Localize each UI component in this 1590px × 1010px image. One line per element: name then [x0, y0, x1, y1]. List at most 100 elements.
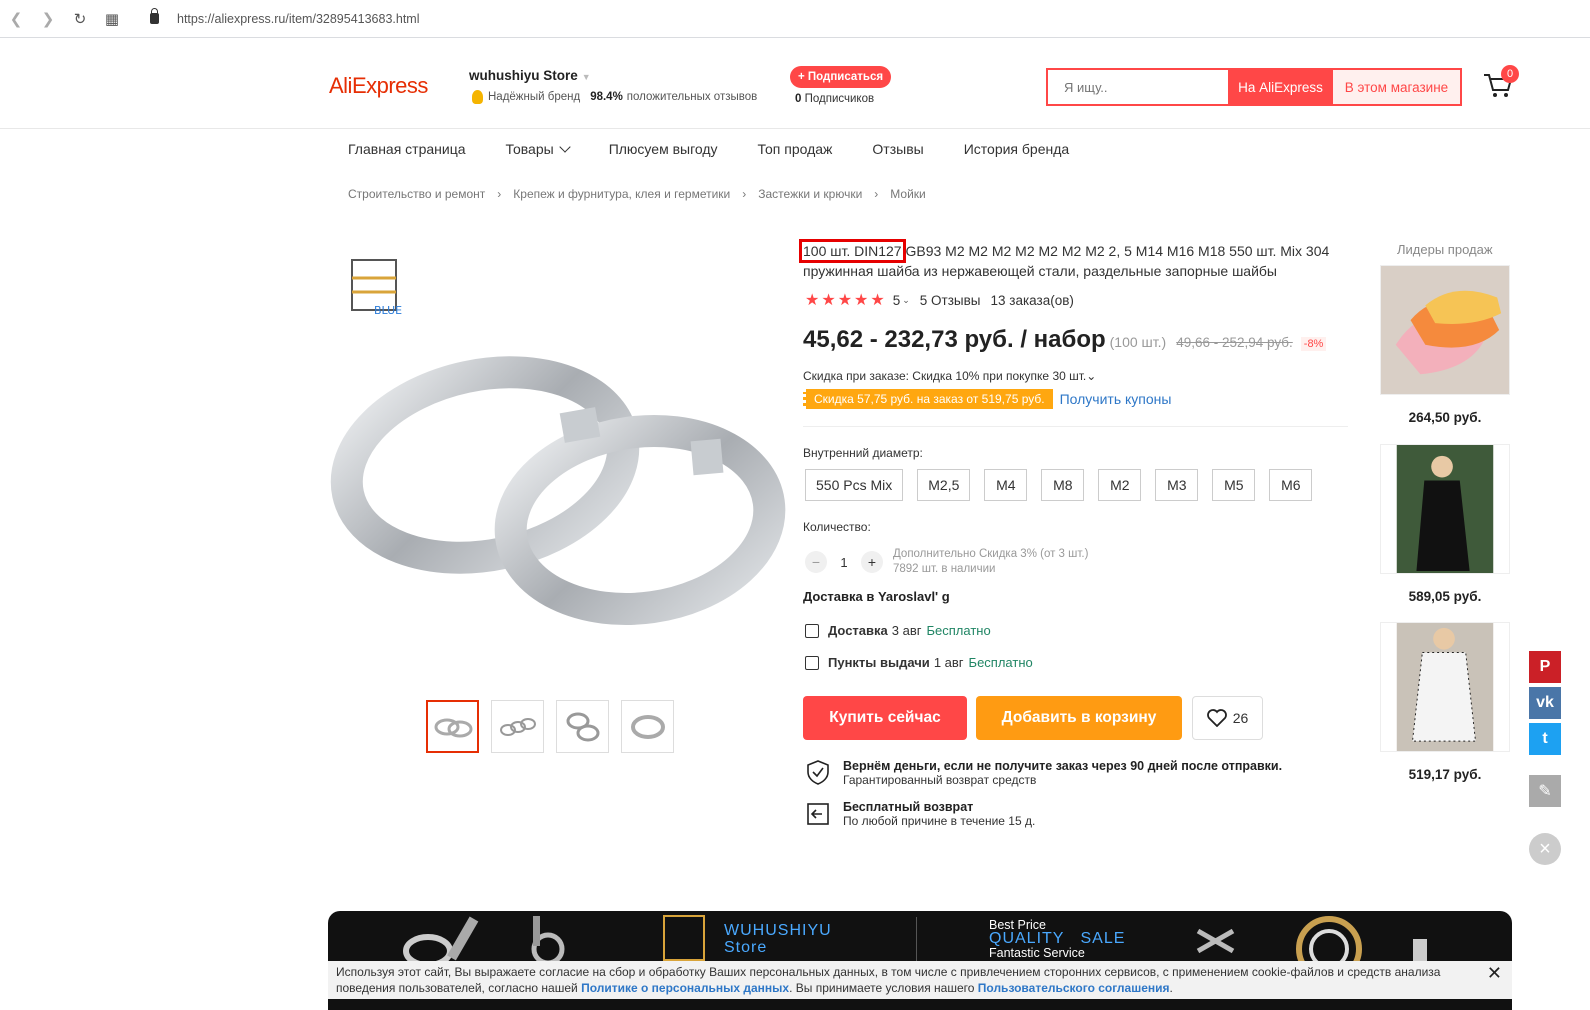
size-option[interactable]: M4: [984, 469, 1028, 501]
return-icon: [807, 803, 829, 825]
size-option[interactable]: M6: [1269, 469, 1313, 501]
forward-icon[interactable]: ❯: [32, 0, 64, 38]
menu-reviews[interactable]: Отзывы: [872, 141, 923, 157]
search-input[interactable]: [1048, 70, 1228, 104]
product-title: 100 шт. DIN127 GB93 M2 M2 M2 M2 M2 M2 M2…: [799, 239, 1330, 279]
size-option[interactable]: M5: [1212, 469, 1256, 501]
menu-top-sales[interactable]: Топ продаж: [758, 141, 833, 157]
money-back-guarantee: Вернём деньги, если не получите заказ че…: [805, 759, 1282, 787]
size-option[interactable]: M2: [1098, 469, 1142, 501]
twitter-icon[interactable]: t: [1529, 723, 1561, 755]
menu-home[interactable]: Главная страница: [348, 141, 466, 157]
brand-label: Надёжный бренд: [488, 91, 581, 103]
reviews-link[interactable]: 5 Отзывы: [920, 293, 981, 308]
get-coupons-link[interactable]: Получить купоны: [1060, 391, 1172, 407]
size-option[interactable]: 550 Pcs Mix: [805, 469, 904, 501]
address-bar[interactable]: https://aliexpress.ru/item/32895413683.h…: [150, 8, 420, 26]
quantity-value[interactable]: 1: [827, 555, 861, 570]
size-options: 550 Pcs Mix M2,5 M4 M8 M2 M3 M5 M6: [805, 469, 1313, 501]
price-unit: (100 шт.): [1109, 334, 1167, 350]
positive-percent: 98.4%: [590, 91, 623, 103]
apps-icon[interactable]: ▦: [96, 0, 128, 38]
product-image[interactable]: [1380, 444, 1510, 574]
product-image[interactable]: [1380, 622, 1510, 752]
close-icon[interactable]: ✕: [1487, 964, 1502, 982]
store-name[interactable]: wuhushiyu Store ▼: [469, 68, 591, 83]
size-option[interactable]: M8: [1041, 469, 1085, 501]
minus-button[interactable]: −: [805, 551, 827, 573]
rating-value[interactable]: 5: [893, 293, 901, 308]
breadcrumb-item[interactable]: Мойки: [890, 187, 925, 201]
shield-check-icon: [807, 760, 829, 785]
breadcrumb-item[interactable]: Крепеж и фурнитура, клея и герметики: [513, 187, 730, 201]
order-discount[interactable]: Скидка при заказе: Скидка 10% при покупк…: [803, 369, 1096, 383]
bestseller-item[interactable]: 589,05 руб.: [1380, 444, 1510, 604]
star-rating-icon: ★★★★★: [805, 292, 887, 309]
title-highlight: 100 шт. DIN127: [799, 239, 906, 263]
aliexpress-logo[interactable]: AliExpress: [329, 73, 428, 99]
bestseller-item[interactable]: 519,17 руб.: [1380, 622, 1510, 782]
coupon-row: Скидка 57,75 руб. на заказ от 519,75 руб…: [803, 389, 1171, 409]
breadcrumb-item[interactable]: Строительство и ремонт: [348, 187, 485, 201]
pinterest-icon[interactable]: P: [1529, 651, 1561, 683]
thumbnail-1[interactable]: [426, 700, 479, 753]
subscribe-button[interactable]: + Подписаться: [790, 66, 892, 88]
reload-icon[interactable]: ↻: [64, 0, 96, 38]
cart-button[interactable]: 0: [1482, 65, 1519, 103]
close-icon[interactable]: ×: [1529, 833, 1561, 865]
subscribers: 0 Подписчиков: [795, 93, 875, 105]
delivery-title[interactable]: Доставка в Yaroslavl' g: [803, 589, 950, 604]
thumbnail-2[interactable]: [491, 700, 544, 753]
product-image[interactable]: [1380, 265, 1510, 395]
lock-icon: [150, 8, 159, 24]
chevron-down-icon: ⌄: [1086, 369, 1097, 383]
url-text[interactable]: https://aliexpress.ru/item/32895413683.h…: [177, 12, 420, 26]
bestseller-price: 519,17 руб.: [1408, 767, 1482, 782]
privacy-policy-link[interactable]: Политике о персональных данных: [581, 981, 789, 995]
search-aliexpress-button[interactable]: На AliExpress: [1228, 70, 1333, 104]
breadcrumb-item[interactable]: Застежки и крючки: [758, 187, 862, 201]
menu-products[interactable]: Товары: [506, 141, 571, 157]
store-header: AliExpress wuhushiyu Store ▼ Надёжный бре…: [0, 39, 1590, 129]
thumbnail-3[interactable]: [556, 700, 609, 753]
vk-icon[interactable]: vk: [1529, 687, 1561, 719]
divider: [916, 917, 917, 961]
price-current: 45,62 - 232,73 руб. / набор: [803, 326, 1106, 353]
plus-button[interactable]: +: [861, 551, 883, 573]
chevron-right-icon: ›: [742, 187, 747, 201]
size-option[interactable]: M3: [1155, 469, 1199, 501]
price-row: 45,62 - 232,73 руб. / набор (100 шт.) 49…: [803, 326, 1327, 354]
chevron-down-icon: [559, 141, 571, 153]
quantity-note: Дополнительно Скидка 3% (от 3 шт.) 7892 …: [893, 548, 1089, 575]
quantity-stepper: − 1 + Дополнительно Скидка 3% (от 3 шт.)…: [805, 547, 1088, 577]
size-option[interactable]: M2,5: [917, 469, 971, 501]
store-info: Надёжный бренд 98.4% положительных отзыв…: [472, 90, 757, 104]
pickup-option: Пункты выдачи 1 авг Бесплатно: [805, 655, 1033, 670]
user-agreement-link[interactable]: Пользовательского соглашения: [978, 981, 1170, 995]
edit-icon[interactable]: ✎: [1529, 775, 1561, 807]
back-icon[interactable]: ❮: [0, 0, 32, 38]
quantity-label: Количество:: [803, 520, 871, 534]
bestseller-item[interactable]: 264,50 руб.: [1380, 265, 1510, 425]
chevron-right-icon: ›: [874, 187, 879, 201]
delivery-icon: [805, 623, 819, 638]
chevron-down-icon: ▼: [581, 72, 591, 82]
chevron-down-icon[interactable]: ⌄: [902, 295, 910, 306]
menu-brand-history[interactable]: История бренда: [964, 141, 1069, 157]
wishlist-count: 26: [1232, 710, 1249, 726]
price-old: 49,66 - 252,94 руб.: [1176, 335, 1293, 350]
menu-benefits[interactable]: Плюсуем выгоду: [609, 141, 718, 157]
buy-now-button[interactable]: Купить сейчас: [803, 696, 967, 740]
banner-slogan: Best Price QUALITY SALE Fantastic Servic…: [989, 918, 1126, 960]
svg-text:BLUE: BLUE: [374, 304, 402, 317]
bestseller-price: 264,50 руб.: [1408, 410, 1482, 425]
discount-badge: -8%: [1300, 337, 1327, 351]
add-to-cart-button[interactable]: Добавить в корзину: [976, 696, 1182, 740]
thumbnail-list: [426, 700, 674, 753]
wishlist-button[interactable]: 26: [1192, 696, 1263, 740]
thumbnail-4[interactable]: [621, 700, 674, 753]
search-store-button[interactable]: В этом магазине: [1333, 70, 1460, 104]
heart-icon: [1206, 709, 1227, 727]
breadcrumb: Строительство и ремонт › Крепеж и фурниту…: [348, 187, 926, 201]
positive-label: положительных отзывов: [626, 91, 758, 103]
